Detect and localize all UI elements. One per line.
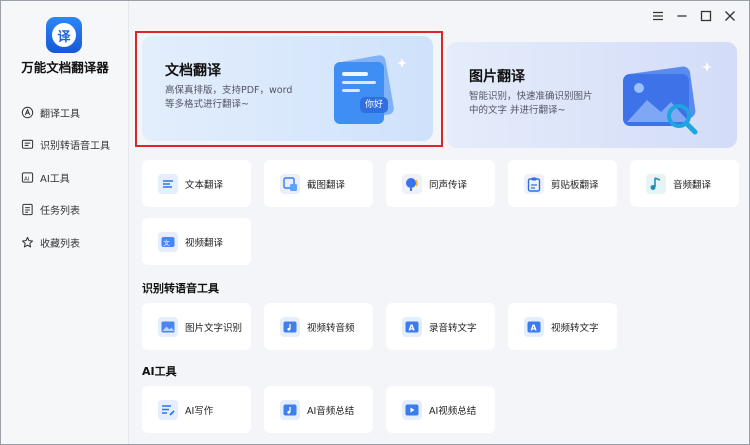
- tool-label: 视频转文字: [551, 322, 599, 334]
- maximize-icon[interactable]: [699, 9, 713, 23]
- sidebar-item-ai-tools[interactable]: AI AI工具: [21, 169, 110, 185]
- sidebar-item-translate-tools[interactable]: 翻译工具: [21, 104, 110, 120]
- tool-video-translate[interactable]: 文 视频翻译: [142, 218, 251, 265]
- sidebar-item-transcribe-tools[interactable]: 识别转语音工具: [21, 137, 110, 153]
- tool-text-translate[interactable]: 文本翻译: [142, 160, 251, 207]
- simultaneous-interpretation-icon: [402, 173, 422, 194]
- section-title-recognition: 识别转语音工具: [142, 282, 219, 295]
- tool-ai-audio-summary[interactable]: AI音频总结: [264, 386, 373, 433]
- tool-audio-translate[interactable]: 音频翻译: [630, 160, 739, 207]
- tool-video-to-audio[interactable]: 视频转音频: [264, 303, 373, 350]
- close-icon[interactable]: [723, 9, 737, 23]
- document-translate-title: 文档翻译: [165, 63, 221, 79]
- video-to-text-icon: A: [524, 316, 544, 337]
- tool-video-to-text[interactable]: A 视频转文字: [508, 303, 617, 350]
- audio-to-text-icon: A: [402, 316, 422, 337]
- svg-text:AI: AI: [24, 176, 30, 182]
- tool-label: 文本翻译: [185, 179, 224, 191]
- document-translate-desc-2: 等多格式进行翻译~: [165, 99, 249, 110]
- tool-label: 视频翻译: [185, 237, 224, 249]
- sidebar-item-label: 任务列表: [40, 206, 80, 218]
- star-icon: [21, 236, 34, 249]
- image-translate-desc-2: 中的文字 并进行翻译~: [469, 105, 566, 116]
- document-badge: 你好: [364, 100, 383, 110]
- image-illustration-icon: [623, 62, 712, 135]
- section-title-ai: AI工具: [142, 365, 177, 378]
- app-title: 万能文档翻译器: [21, 60, 109, 75]
- screenshot-translate-icon: [280, 173, 300, 194]
- tool-image-ocr[interactable]: 图片文字识别: [142, 303, 251, 350]
- ai-writing-icon: [158, 399, 178, 420]
- sidebar-item-label: 识别转语音工具: [40, 141, 110, 153]
- tool-label: 剪贴板翻译: [551, 179, 599, 191]
- app-window: 译 万能文档翻译器 翻译工具 识别转语音工具 AI AI工具 任务列表 收藏列表…: [0, 0, 750, 445]
- sidebar: 译 万能文档翻译器 翻译工具 识别转语音工具 AI AI工具 任务列表 收藏列表: [1, 1, 129, 444]
- app-logo: 译: [46, 17, 82, 53]
- sidebar-item-label: 翻译工具: [40, 108, 80, 120]
- sidebar-nav: 翻译工具 识别转语音工具 AI AI工具 任务列表 收藏列表: [21, 104, 110, 267]
- tool-label: 视频转音频: [307, 322, 355, 334]
- minimize-icon[interactable]: [675, 9, 689, 23]
- tool-label: 录音转文字: [429, 322, 477, 334]
- clipboard-translate-icon: [524, 173, 544, 194]
- tool-label: 截图翻译: [307, 179, 346, 191]
- tool-ai-writing[interactable]: AI写作: [142, 386, 251, 433]
- menu-icon[interactable]: [651, 9, 665, 23]
- tool-screenshot-translate[interactable]: 截图翻译: [264, 160, 373, 207]
- tool-label: 音频翻译: [673, 179, 712, 191]
- document-translate-card[interactable]: 文档翻译 高保真排版，支持PDF，word 等多格式进行翻译~ 你好: [142, 36, 433, 141]
- sidebar-item-label: 收藏列表: [40, 238, 80, 250]
- svg-text:文: 文: [163, 238, 170, 247]
- text-translate-icon: [158, 173, 178, 194]
- tool-audio-to-text[interactable]: A 录音转文字: [386, 303, 495, 350]
- tool-label: AI音频总结: [307, 405, 355, 417]
- tool-label: 同声传译: [429, 179, 468, 191]
- document-translate-desc-1: 高保真排版，支持PDF，word: [165, 85, 293, 96]
- image-ocr-icon: [158, 316, 178, 337]
- document-illustration-icon: [334, 55, 407, 124]
- tool-label: AI写作: [185, 405, 214, 417]
- task-list-icon: [21, 203, 34, 216]
- image-translate-card[interactable]: 图片翻译 智能识别，快速准确识别图片 中的文字 并进行翻译~: [447, 42, 737, 148]
- image-translate-title: 图片翻译: [469, 69, 525, 85]
- sidebar-item-favorites[interactable]: 收藏列表: [21, 234, 110, 250]
- video-translate-icon: 文: [158, 231, 178, 252]
- image-translate-desc-1: 智能识别，快速准确识别图片: [469, 91, 593, 102]
- tool-ai-video-summary[interactable]: AI视频总结: [386, 386, 495, 433]
- video-to-audio-icon: [280, 316, 300, 337]
- sidebar-item-label: AI工具: [40, 173, 70, 185]
- ai-audio-summary-icon: [280, 399, 300, 420]
- ai-video-summary-icon: [402, 399, 422, 420]
- transcribe-icon: [21, 138, 34, 151]
- translate-icon: [21, 106, 34, 119]
- svg-text:A: A: [531, 323, 538, 332]
- logo-glyph: 译: [52, 23, 76, 47]
- tool-label: 图片文字识别: [185, 322, 243, 334]
- tool-simultaneous-interpretation[interactable]: 同声传译: [386, 160, 495, 207]
- ai-icon: AI: [21, 171, 34, 184]
- tool-label: AI视频总结: [429, 405, 477, 417]
- audio-translate-icon: [646, 173, 666, 194]
- window-controls: [651, 9, 737, 23]
- svg-text:A: A: [409, 323, 416, 332]
- sidebar-item-task-list[interactable]: 任务列表: [21, 202, 110, 218]
- tool-clipboard-translate[interactable]: 剪贴板翻译: [508, 160, 617, 207]
